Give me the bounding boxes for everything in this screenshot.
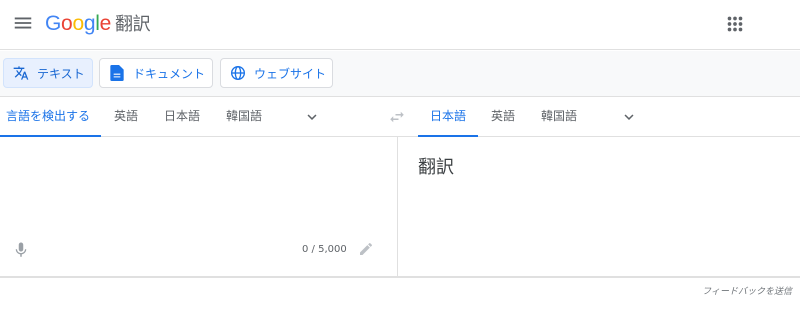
google-translate-logo[interactable]: Google 翻訳: [45, 10, 151, 36]
translation-output-panel: 翻訳: [398, 137, 800, 276]
target-lang-english[interactable]: 英語: [485, 97, 521, 137]
send-feedback-link[interactable]: フィードバックを送信: [702, 284, 792, 297]
logo-letter: o: [61, 12, 73, 35]
microphone-icon[interactable]: [12, 241, 30, 259]
logo-letter: o: [72, 12, 84, 35]
source-lang-english[interactable]: 英語: [108, 97, 144, 137]
target-lang-japanese[interactable]: 日本語: [418, 97, 478, 137]
logo-letter: e: [99, 12, 112, 35]
swap-languages-icon[interactable]: [388, 108, 406, 126]
target-lang-korean[interactable]: 韓国語: [535, 97, 583, 137]
mode-label: ウェブサイト: [254, 66, 327, 81]
document-mode-button[interactable]: ドキュメント: [99, 58, 213, 88]
document-icon: [109, 65, 125, 81]
pencil-icon[interactable]: [358, 241, 374, 257]
apps-grid-icon[interactable]: [724, 13, 746, 35]
globe-icon: [230, 65, 246, 81]
source-text-panel[interactable]: 0 / 5,000: [0, 137, 398, 276]
text-mode-button[interactable]: テキスト: [3, 58, 93, 88]
website-mode-button[interactable]: ウェブサイト: [220, 58, 333, 88]
translate-icon: [13, 65, 29, 81]
translation-output-text: 翻訳: [418, 157, 454, 178]
source-lang-korean[interactable]: 韓国語: [220, 97, 268, 137]
source-lang-detect[interactable]: 言語を検出する: [0, 97, 101, 137]
target-lang-more-chevron-icon[interactable]: [620, 108, 638, 126]
character-count: 0 / 5,000: [302, 244, 347, 255]
source-lang-japanese[interactable]: 日本語: [158, 97, 206, 137]
source-lang-more-chevron-icon[interactable]: [303, 108, 321, 126]
panel-bottom-divider: [0, 276, 800, 278]
language-bar: 言語を検出する 英語 日本語 韓国語 日本語 英語 韓国語: [0, 97, 800, 137]
logo-letter: g: [83, 12, 96, 35]
mode-label: ドキュメント: [133, 66, 206, 81]
mode-selector-bar: テキスト ドキュメント ウェブサイト: [0, 51, 800, 97]
hamburger-menu-icon[interactable]: [12, 12, 34, 34]
mode-label: テキスト: [37, 66, 85, 81]
product-name: 翻訳: [114, 14, 151, 35]
app-header: Google 翻訳: [0, 0, 800, 50]
google-wordmark: Google: [45, 12, 111, 36]
logo-letter: G: [45, 12, 62, 35]
